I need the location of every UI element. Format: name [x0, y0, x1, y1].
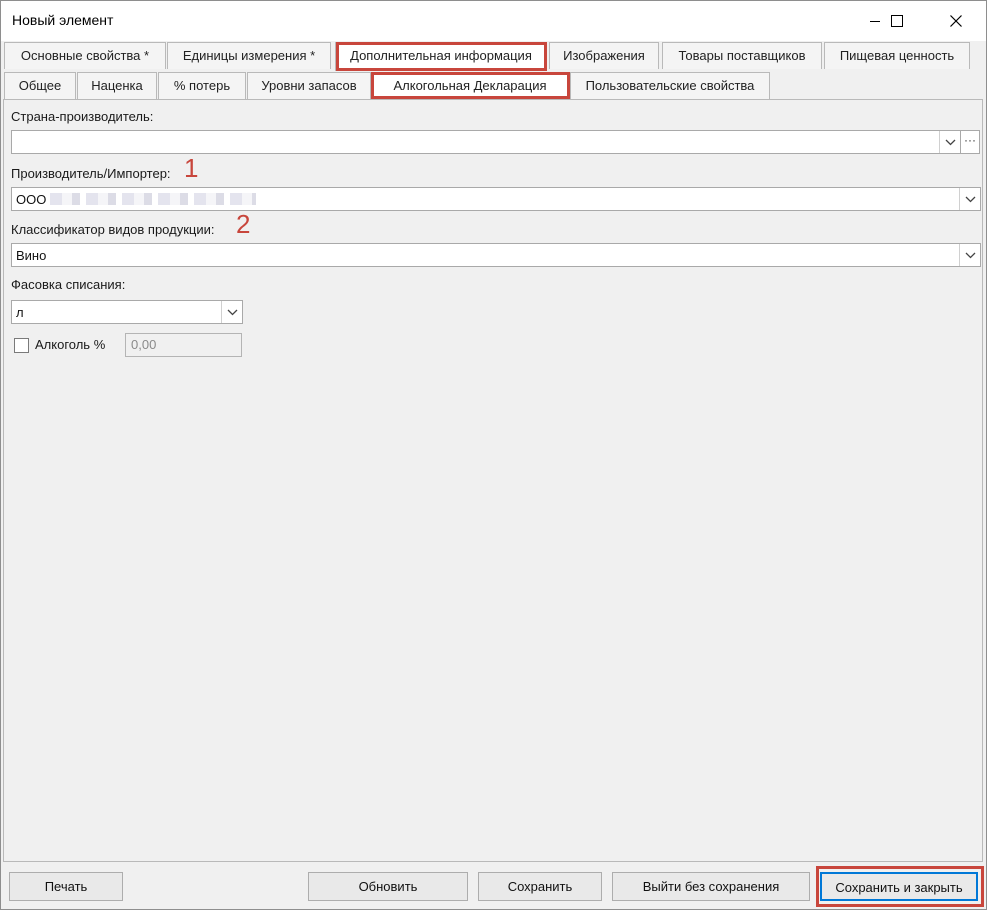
annotation-number-1: 1 — [184, 153, 199, 183]
packing-dropdown-button[interactable] — [221, 301, 242, 323]
packing-label: Фасовка списания: — [11, 277, 126, 292]
country-browse-button[interactable]: ··· — [960, 130, 980, 154]
tab-additional-info[interactable]: Дополнительная информация — [335, 42, 547, 71]
tab-loss-percent[interactable]: % потерь — [158, 72, 246, 99]
classifier-value: Вино — [16, 248, 47, 263]
tab-markup[interactable]: Наценка — [77, 72, 157, 99]
window-title: Новый элемент — [12, 12, 114, 28]
tab-main-properties[interactable]: Основные свойства * — [4, 42, 166, 69]
tab-nutrition[interactable]: Пищевая ценность — [824, 42, 970, 69]
tab-alcohol-declaration[interactable]: Алкогольная Декларация — [371, 72, 569, 101]
main-tab-bar: Основные свойства * Единицы измерения * … — [1, 42, 986, 71]
close-button[interactable] — [933, 1, 979, 41]
refresh-button[interactable]: Обновить — [308, 872, 468, 901]
country-combobox[interactable] — [11, 130, 961, 154]
close-icon — [950, 15, 962, 27]
tab-supplier-goods[interactable]: Товары поставщиков — [662, 42, 822, 69]
save-button[interactable]: Сохранить — [478, 872, 602, 901]
tab-content-panel: Страна-производитель: ··· Производитель/… — [3, 99, 983, 862]
producer-value: ООО — [16, 192, 47, 207]
sub-tab-bar: Общее Наценка % потерь Уровни запасов Ал… — [1, 72, 986, 101]
alcohol-checkbox[interactable] — [14, 338, 29, 353]
chevron-down-icon — [227, 309, 237, 315]
tab-stock-levels[interactable]: Уровни запасов — [247, 72, 371, 99]
tab-general[interactable]: Общее — [4, 72, 76, 99]
maximize-button[interactable] — [874, 1, 920, 41]
chevron-down-icon — [965, 252, 975, 258]
alcohol-percent-input[interactable]: 0,00 — [125, 333, 242, 357]
country-dropdown-button[interactable] — [939, 131, 960, 153]
classifier-dropdown-button[interactable] — [959, 244, 980, 266]
ellipsis-icon: ··· — [964, 133, 976, 147]
redacted-text — [50, 193, 256, 205]
tab-custom-properties[interactable]: Пользовательские свойства — [570, 72, 770, 99]
classifier-label: Классификатор видов продукции: — [11, 222, 215, 237]
maximize-icon — [891, 15, 903, 27]
alcohol-label: Алкоголь % — [35, 337, 106, 352]
title-bar: Новый элемент — [1, 1, 986, 41]
producer-dropdown-button[interactable] — [959, 188, 980, 210]
country-label: Страна-производитель: — [11, 109, 154, 124]
tab-images[interactable]: Изображения — [549, 42, 659, 69]
exit-without-saving-button[interactable]: Выйти без сохранения — [612, 872, 810, 901]
packing-combobox[interactable]: л — [11, 300, 243, 324]
chevron-down-icon — [965, 196, 975, 202]
classifier-combobox[interactable]: Вино — [11, 243, 981, 267]
producer-label: Производитель/Импортер: — [11, 166, 171, 181]
packing-value: л — [16, 305, 24, 320]
print-button[interactable]: Печать — [9, 872, 123, 901]
tab-units[interactable]: Единицы измерения * — [167, 42, 331, 69]
annotation-number-2: 2 — [236, 209, 251, 239]
dialog-window: Новый элемент Основные свойства * Единиц… — [0, 0, 987, 910]
save-and-close-button[interactable]: Сохранить и закрыть — [820, 872, 978, 901]
chevron-down-icon — [945, 139, 955, 145]
producer-combobox[interactable]: ООО — [11, 187, 981, 211]
